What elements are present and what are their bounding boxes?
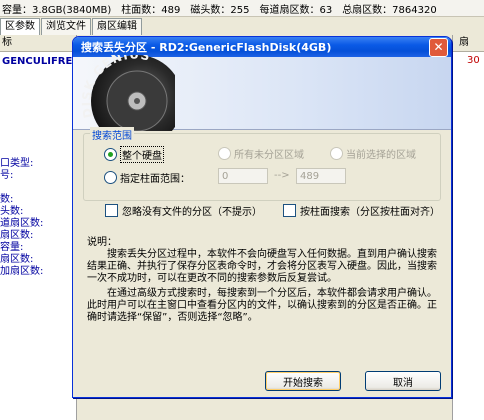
radio-unpartitioned-button[interactable]	[218, 147, 231, 160]
dialog-title: 搜索丢失分区 - RD2:GenericFlashDisk(4GB)	[81, 41, 332, 54]
right-column-header: 扇	[453, 35, 484, 52]
check-ignore-empty-box[interactable]	[105, 204, 118, 217]
tab-browse-files[interactable]: 浏览文件	[41, 18, 91, 35]
right-column-panel: 扇 30	[452, 35, 484, 420]
close-button[interactable]: ✕	[429, 37, 448, 57]
cancel-button[interactable]: 取消	[365, 371, 441, 391]
radio-cylinder-range-label: 指定柱面范围：	[120, 174, 190, 185]
property-label: 加扇区数:	[0, 266, 44, 277]
disk-genius-logo: DISK GENIUS	[79, 55, 175, 131]
close-icon: ✕	[433, 40, 444, 54]
disk-info-bar: 容量：3.8GB(3840MB) 柱面数：489 磁头数：255 每道扇区数：6…	[0, 0, 484, 17]
main-tabs: 区参数 浏览文件 扇区编辑	[0, 18, 143, 35]
search-lost-partition-dialog: 搜索丢失分区 - RD2:GenericFlashDisk(4GB) ✕ DIS…	[72, 36, 452, 398]
radio-cylinder-range-button[interactable]	[104, 171, 117, 184]
right-column-value: 30	[467, 55, 480, 66]
check-cylinder-align-label: 按柱面搜索（分区按柱面对齐）	[300, 207, 440, 218]
dialog-banner: DISK GENIUS	[73, 55, 451, 131]
dialog-titlebar[interactable]: 搜索丢失分区 - RD2:GenericFlashDisk(4GB) ✕	[73, 37, 451, 57]
disk-total-sectors: 总扇区数：7864320	[342, 4, 437, 16]
radio-cylinder-range[interactable]: 指定柱面范围：	[104, 170, 190, 185]
cylinder-to-input[interactable]: 489	[296, 168, 346, 184]
property-label: 口类型:	[0, 158, 34, 169]
radio-whole-disk[interactable]: 整个硬盘	[104, 146, 164, 163]
instructions-text: 说明： 搜索丢失分区过程中，本软件不会向硬盘写入任何数据。直到用户确认搜索结果正…	[87, 237, 437, 324]
start-search-button[interactable]: 开始搜索	[265, 371, 341, 391]
radio-selected-area-label: 当前选择的区域	[346, 150, 416, 161]
check-ignore-empty-label: 忽略没有文件的分区（不提示）	[122, 207, 262, 218]
property-labels: 口类型: 号: 数: 头数: 道扇区数: 扇区数: 容量: 扇区数: 加扇区数:	[0, 158, 43, 278]
tab-partition-params[interactable]: 区参数	[0, 18, 40, 35]
radio-selected-area[interactable]: 当前选择的区域	[330, 146, 416, 161]
radio-unpartitioned-label: 所有未分区区域	[234, 150, 304, 161]
property-label: 数:	[0, 194, 14, 205]
disk-capacity: 容量：3.8GB(3840MB)	[2, 4, 112, 16]
radio-whole-disk-button[interactable]	[104, 148, 117, 161]
instructions-paragraph-1: 搜索丢失分区过程中，本软件不会向硬盘写入任何数据。直到用户确认搜索结果正确、并执…	[87, 249, 437, 284]
search-range-title: 搜索范围	[90, 127, 134, 142]
radio-unpartitioned[interactable]: 所有未分区区域	[218, 146, 304, 161]
disk-cylinders: 柱面数：489	[121, 4, 181, 16]
disk-sectors-per-track: 每道扇区数：63	[259, 4, 333, 16]
property-label: 道扇区数:	[0, 218, 44, 229]
instructions-paragraph-2: 在通过高级方式搜索时，每搜索到一个分区后，本软件都会请求用户确认。此时用户可以在…	[87, 288, 437, 323]
tab-sector-edit[interactable]: 扇区编辑	[92, 18, 142, 35]
cylinder-from-input[interactable]: 0	[218, 168, 268, 184]
property-label: 号:	[0, 170, 14, 181]
radio-whole-disk-label: 整个硬盘	[120, 146, 164, 163]
check-cylinder-align-box[interactable]	[283, 204, 296, 217]
property-label: 头数:	[0, 206, 24, 217]
partition-row[interactable]: GENCULIFRE	[0, 55, 76, 69]
column-header: 标	[0, 35, 76, 52]
property-label	[0, 182, 43, 194]
search-range-group: 搜索范围 整个硬盘 所有未分区区域 当前选择的区域 指定柱面范围： 0 --> …	[83, 127, 441, 201]
property-label: 扇区数:	[0, 254, 34, 265]
property-label: 扇区数:	[0, 230, 34, 241]
radio-selected-area-button[interactable]	[330, 147, 343, 160]
check-cylinder-align[interactable]: 按柱面搜索（分区按柱面对齐）	[283, 203, 440, 218]
range-arrow: -->	[274, 170, 290, 181]
check-ignore-empty[interactable]: 忽略没有文件的分区（不提示）	[105, 203, 262, 218]
disk-heads: 磁头数：255	[190, 4, 250, 16]
property-label: 容量:	[0, 242, 24, 253]
instructions-title: 说明：	[87, 237, 117, 248]
